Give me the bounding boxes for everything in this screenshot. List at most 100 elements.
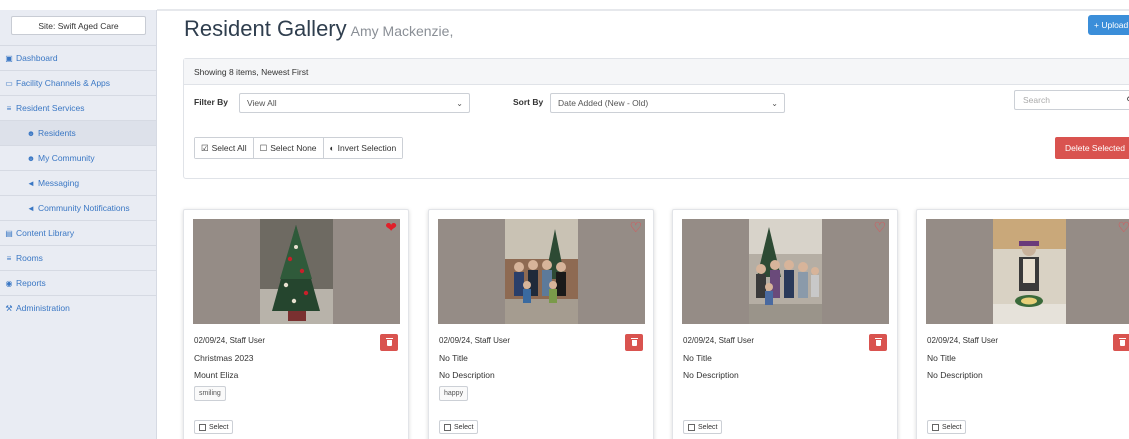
delete-button[interactable] xyxy=(869,334,887,351)
card-title: Christmas 2023 xyxy=(194,353,254,363)
card-description: No Description xyxy=(439,370,495,380)
page-title: Resident Gallery Amy Mackenzie, xyxy=(184,16,453,42)
select-checkbox[interactable]: Select xyxy=(683,420,723,434)
gallery-photo[interactable]: ♡ xyxy=(682,219,889,324)
sidebar-item-label: Reports xyxy=(16,278,46,288)
bullhorn-icon: ◄ xyxy=(27,203,35,213)
checkbox-icon xyxy=(932,423,939,431)
signpost-icon: ≡ xyxy=(6,253,12,263)
check-square-icon: ☑ xyxy=(201,142,209,153)
square-icon: ☐ xyxy=(259,142,268,153)
checkbox-icon xyxy=(688,423,695,431)
gallery-photo[interactable]: ♡ xyxy=(438,219,645,324)
gallery-photo[interactable]: ♡ xyxy=(926,219,1129,324)
gallery-card: ♡ 02/09/24, Staff User No Title No Descr… xyxy=(428,209,654,439)
search-input[interactable]: Search ⚲ xyxy=(1014,90,1129,110)
users-icon: ☻ xyxy=(26,128,36,138)
trash-icon xyxy=(385,337,393,346)
card-description: No Description xyxy=(927,370,983,380)
upload-button[interactable]: + Upload xyxy=(1088,15,1129,35)
sort-select-value: Date Added (New - Old) xyxy=(558,98,649,108)
selection-button-group: ☑ Select All ☐ Select None ◐ Invert Sele… xyxy=(194,137,404,159)
list-icon: ▤ xyxy=(5,228,13,238)
wrench-icon: ⚒ xyxy=(5,303,13,313)
card-tag[interactable]: happy xyxy=(439,386,469,401)
sidebar-item-facility-channels[interactable]: ▭ Facility Channels & Apps xyxy=(0,70,156,95)
sidebar-item-label: Community Notifications xyxy=(38,203,130,213)
favorite-heart-icon[interactable]: ❤ xyxy=(385,219,397,235)
select-label: Select xyxy=(454,423,474,431)
card-meta: 02/09/24, Staff User xyxy=(439,336,511,345)
gallery-photo[interactable]: ❤ xyxy=(193,219,400,324)
items-summary: Showing 8 items, Newest First xyxy=(184,59,1129,85)
filter-select[interactable]: View All ⌄ xyxy=(239,93,470,113)
delete-button[interactable] xyxy=(625,334,643,351)
sidebar-item-content-library[interactable]: ▤ Content Library xyxy=(0,220,156,245)
gallery-card: ♡ 02/09/24, Staff User No Title No Descr… xyxy=(916,209,1129,439)
favorite-heart-outline-icon[interactable]: ♡ xyxy=(629,219,642,235)
sidebar-item-rooms[interactable]: ≡ Rooms xyxy=(0,245,156,270)
sidebar-item-my-community[interactable]: ☻ My Community xyxy=(0,145,156,170)
invert-selection-button[interactable]: ◐ Invert Selection xyxy=(323,138,403,158)
chevron-down-icon: ⌄ xyxy=(456,99,463,108)
sidebar-item-administration[interactable]: ⚒ Administration xyxy=(0,295,156,320)
favorite-heart-outline-icon[interactable]: ♡ xyxy=(873,219,886,235)
sidebar-item-label: Facility Channels & Apps xyxy=(16,78,111,88)
site-selector[interactable]: Site: Swift Aged Care xyxy=(11,16,146,35)
checkbox-icon xyxy=(199,423,206,431)
sort-select[interactable]: Date Added (New - Old) ⌄ xyxy=(550,93,785,113)
sidebar-item-messaging[interactable]: ◄ Messaging xyxy=(0,170,156,195)
favorite-heart-outline-icon[interactable]: ♡ xyxy=(1117,219,1129,235)
delete-button[interactable] xyxy=(380,334,398,351)
card-meta: 02/09/24, Staff User xyxy=(194,336,266,345)
monitor-icon: ▭ xyxy=(5,78,13,88)
sidebar-item-label: Messaging xyxy=(38,178,80,188)
resident-portrait-photo xyxy=(993,219,1066,324)
filter-panel: Showing 8 items, Newest First Filter By … xyxy=(183,58,1129,179)
dashboard-icon: ◉ xyxy=(5,278,13,288)
select-checkbox[interactable]: Select xyxy=(927,420,967,434)
gallery-card: ❤ 02/09/24, Staff User Christmas 2023 Mo… xyxy=(183,209,409,439)
sidebar-item-reports[interactable]: ◉ Reports xyxy=(0,270,156,295)
filter-select-value: View All xyxy=(247,98,277,108)
invert-selection-label: Invert Selection xyxy=(337,143,397,153)
adjust-icon: ◐ xyxy=(329,143,335,153)
card-tag[interactable]: smiling xyxy=(194,386,226,401)
sidebar-item-label: Administration xyxy=(16,303,70,313)
bullhorn-icon: ◄ xyxy=(27,178,35,188)
sidebar-item-residents[interactable]: ☻ Residents xyxy=(0,120,156,145)
card-title: No Title xyxy=(927,353,956,363)
select-checkbox[interactable]: Select xyxy=(439,420,479,434)
select-label: Select xyxy=(698,423,718,431)
select-none-label: Select None xyxy=(270,143,317,153)
sidebar: Site: Swift Aged Care ▣ Dashboard ▭ Faci… xyxy=(0,10,157,439)
sidebar-item-label: Content Library xyxy=(16,228,75,238)
sidebar-item-community-notifications[interactable]: ◄ Community Notifications xyxy=(0,195,156,220)
search-placeholder: Search xyxy=(1023,95,1050,105)
trash-icon xyxy=(630,337,638,346)
resident-name: Amy Mackenzie, xyxy=(350,23,454,39)
card-meta: 02/09/24, Staff User xyxy=(683,336,755,345)
select-all-button[interactable]: ☑ Select All xyxy=(195,138,254,158)
delete-selected-button[interactable]: Delete Selected xyxy=(1055,137,1129,159)
select-none-button[interactable]: ☐ Select None xyxy=(253,138,324,158)
sidebar-item-label: Rooms xyxy=(16,253,43,263)
select-label: Select xyxy=(209,423,229,431)
sidebar-item-label: Dashboard xyxy=(16,53,58,63)
sidebar-item-label: Resident Services xyxy=(16,103,85,113)
trash-icon xyxy=(1118,337,1126,346)
christmas-tree-photo xyxy=(260,219,333,324)
select-checkbox[interactable]: Select xyxy=(194,420,234,434)
card-title: No Title xyxy=(683,353,712,363)
group-photo xyxy=(505,219,578,324)
card-title: No Title xyxy=(439,353,468,363)
sidebar-item-dashboard[interactable]: ▣ Dashboard xyxy=(0,45,156,70)
card-meta: 02/09/24, Staff User xyxy=(927,336,999,345)
sidebar-item-resident-services[interactable]: ≡ Resident Services xyxy=(0,95,156,120)
card-description: Mount Eliza xyxy=(194,370,239,380)
sidebar-nav: ▣ Dashboard ▭ Facility Channels & Apps ≡… xyxy=(0,45,156,320)
sidebar-item-label: My Community xyxy=(38,153,95,163)
select-label: Select xyxy=(942,423,962,431)
delete-button[interactable] xyxy=(1113,334,1129,351)
filter-by-label: Filter By xyxy=(194,97,229,107)
